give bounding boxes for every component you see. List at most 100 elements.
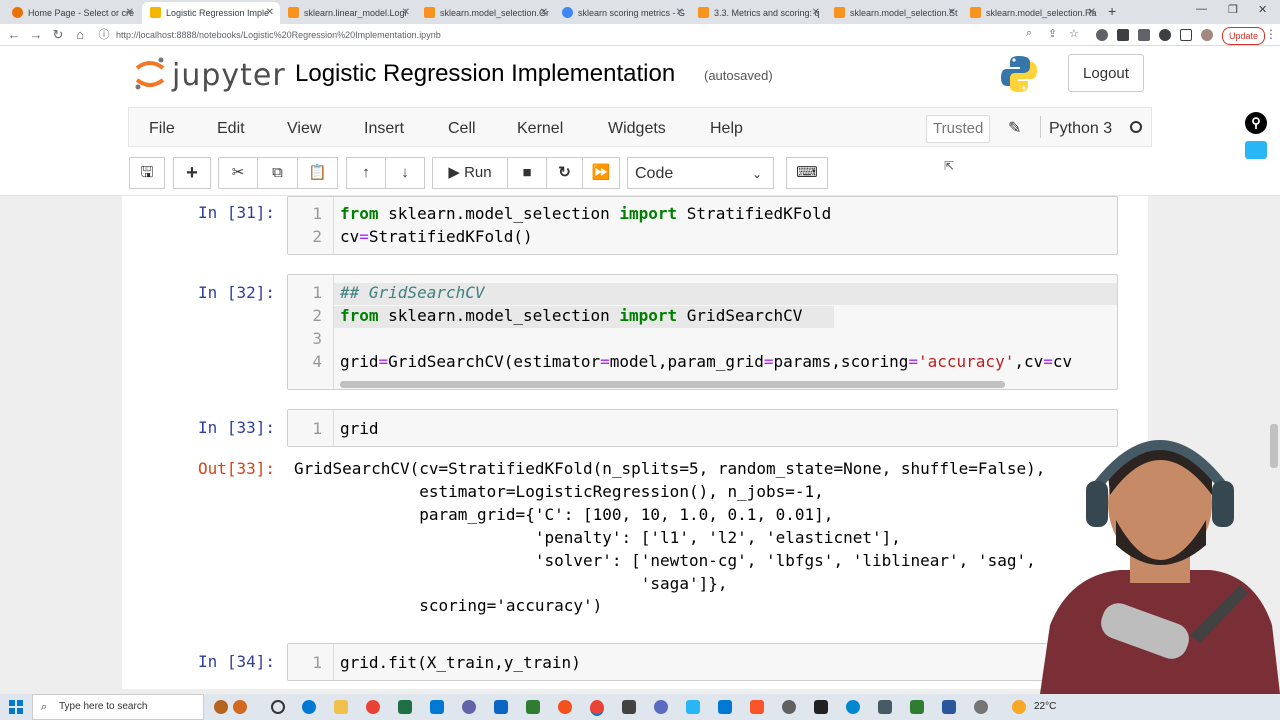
- task-view-icon[interactable]: [271, 700, 285, 714]
- floating-panel-icon[interactable]: [1245, 141, 1267, 159]
- teams-icon[interactable]: [462, 700, 476, 714]
- trusted-badge[interactable]: Trusted: [926, 115, 991, 143]
- cell-type-select[interactable]: Code ⌄: [627, 157, 774, 189]
- menu-cell[interactable]: Cell: [448, 120, 476, 138]
- restart-icon[interactable]: ↻: [546, 157, 583, 189]
- extension-icon[interactable]: [1096, 29, 1108, 41]
- horizontal-scrollbar[interactable]: [340, 381, 1005, 388]
- app-icon[interactable]: [654, 700, 668, 714]
- restart-run-all-icon[interactable]: ⏩: [582, 157, 620, 189]
- word-icon[interactable]: [942, 700, 956, 714]
- app-icon[interactable]: [910, 700, 924, 714]
- browser-tab-active[interactable]: Logistic Regression Imple ✕: [142, 2, 280, 24]
- taskbar-search-input[interactable]: ⌕ Type here to search: [32, 694, 204, 720]
- close-tab-icon[interactable]: ✕: [126, 2, 134, 24]
- code-cell-input[interactable]: 1 2 3 4 ## GridSearchCV from sklearn.mod…: [287, 274, 1118, 390]
- minimize-icon[interactable]: —: [1196, 3, 1207, 15]
- browser-tab[interactable]: sklearn.model_selection.St ✕: [826, 2, 962, 24]
- menu-insert[interactable]: Insert: [364, 120, 404, 138]
- edit-pencil-icon[interactable]: ✎: [1008, 118, 1021, 138]
- insert-cell-icon[interactable]: +: [173, 157, 211, 189]
- code-cell-input[interactable]: 1 grid: [287, 409, 1118, 447]
- jupyter-logo-text[interactable]: jupyter: [172, 58, 286, 93]
- browser-tab[interactable]: Home Page - Select or cre ✕: [4, 2, 140, 24]
- zoom-icon[interactable]: ⌕: [1026, 27, 1032, 40]
- menu-widgets[interactable]: Widgets: [608, 120, 666, 138]
- browser-tab[interactable]: sklearn.linear_model.Logi ✕: [280, 2, 416, 24]
- app-icon[interactable]: [622, 700, 636, 714]
- new-tab-icon[interactable]: +: [1108, 3, 1116, 19]
- run-button[interactable]: ▶ Run: [432, 157, 508, 189]
- search-highlight-icon[interactable]: [214, 700, 228, 714]
- maximize-icon[interactable]: ❐: [1228, 3, 1238, 16]
- settings-gear-icon[interactable]: [782, 700, 796, 714]
- app-icon[interactable]: [878, 700, 892, 714]
- save-icon[interactable]: 🖫: [129, 157, 165, 189]
- paste-icon[interactable]: 📋: [297, 157, 338, 189]
- close-tab-icon[interactable]: ✕: [266, 2, 274, 24]
- edge-icon[interactable]: [302, 700, 316, 714]
- browser-tab[interactable]: 3.3. Metrics and scoring: q ✕: [690, 2, 826, 24]
- close-tab-icon[interactable]: ✕: [948, 2, 956, 24]
- menu-file[interactable]: File: [149, 120, 175, 138]
- keyboard-shortcuts-icon[interactable]: ⌨: [786, 157, 828, 189]
- browser-menu-icon[interactable]: ⋮: [1265, 27, 1277, 41]
- mail-icon[interactable]: [430, 700, 444, 714]
- update-button[interactable]: Update: [1222, 27, 1266, 45]
- bookmark-star-icon[interactable]: ☆: [1069, 27, 1079, 40]
- puzzle-extensions-icon[interactable]: [1138, 29, 1150, 41]
- app-icon[interactable]: [494, 700, 508, 714]
- back-icon[interactable]: ←: [6, 25, 22, 45]
- close-window-icon[interactable]: ✕: [1258, 3, 1267, 16]
- media-icon[interactable]: [1159, 29, 1171, 41]
- cut-icon[interactable]: ✂: [218, 157, 258, 189]
- menu-edit[interactable]: Edit: [217, 120, 245, 138]
- app-icon[interactable]: [686, 700, 700, 714]
- menu-help[interactable]: Help: [710, 120, 743, 138]
- windows-start-icon[interactable]: [9, 700, 23, 714]
- line-number: 1: [312, 419, 322, 438]
- extension-icon[interactable]: [1117, 29, 1129, 41]
- menu-kernel[interactable]: Kernel: [517, 120, 563, 138]
- vscode-icon[interactable]: [718, 700, 732, 714]
- sidebar-icon[interactable]: [1180, 29, 1192, 41]
- kernel-name[interactable]: Python 3: [1049, 120, 1112, 138]
- excel-icon[interactable]: [398, 700, 412, 714]
- input-prompt: In [34]:: [198, 652, 276, 671]
- app-icon[interactable]: [526, 700, 540, 714]
- app-icon[interactable]: [974, 700, 988, 714]
- copy-icon[interactable]: ⧉: [257, 157, 298, 189]
- app-icon[interactable]: [846, 700, 860, 714]
- code-cell-input[interactable]: 1 grid.fit(X_train,y_train): [287, 643, 1118, 681]
- brave-icon[interactable]: [750, 700, 764, 714]
- browser-tab[interactable]: sklearn.model_selection.Ra ✕: [962, 2, 1102, 24]
- info-icon[interactable]: ⓘ: [96, 25, 112, 45]
- browser-tab[interactable]: sklearn.model_selection.Gr ✕: [416, 2, 554, 24]
- chrome-active-icon[interactable]: [590, 700, 604, 716]
- reload-icon[interactable]: ↻: [50, 25, 66, 45]
- url-field[interactable]: http://localhost:8888/notebooks/Logistic…: [116, 24, 441, 46]
- close-tab-icon[interactable]: ✕: [402, 2, 410, 24]
- menu-view[interactable]: View: [287, 120, 321, 138]
- app-icon[interactable]: [814, 700, 828, 714]
- app-icon[interactable]: [558, 700, 572, 714]
- floating-assistant-icon[interactable]: ⚲: [1245, 112, 1267, 134]
- home-icon[interactable]: ⌂: [72, 25, 88, 45]
- move-down-icon[interactable]: ↓: [385, 157, 425, 189]
- search-highlight-icon[interactable]: [233, 700, 247, 714]
- close-tab-icon[interactable]: ✕: [812, 2, 820, 24]
- notebook-title[interactable]: Logistic Regression Implementation: [295, 60, 675, 88]
- logout-button[interactable]: Logout: [1068, 54, 1144, 92]
- code-cell-input[interactable]: 1 2 from sklearn.model_selection import …: [287, 196, 1118, 255]
- close-tab-icon[interactable]: ✕: [540, 2, 548, 24]
- share-icon[interactable]: ⇪: [1048, 27, 1057, 40]
- move-up-icon[interactable]: ↑: [346, 157, 386, 189]
- forward-icon[interactable]: →: [28, 25, 44, 45]
- file-explorer-icon[interactable]: [334, 700, 348, 714]
- browser-tab[interactable]: sklearn scoring metrics - G ✕: [554, 2, 690, 24]
- profile-avatar[interactable]: [1201, 29, 1213, 41]
- chrome-icon[interactable]: [366, 700, 380, 714]
- close-tab-icon[interactable]: ✕: [1088, 2, 1096, 24]
- close-tab-icon[interactable]: ✕: [676, 2, 684, 24]
- stop-icon[interactable]: ■: [507, 157, 547, 189]
